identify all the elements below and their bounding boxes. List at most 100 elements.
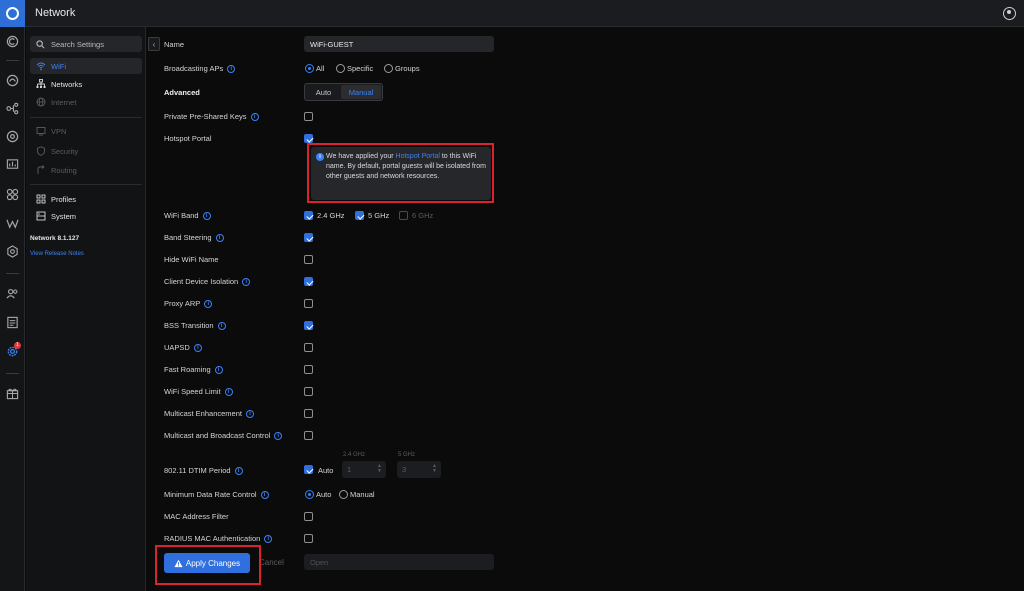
speed-limit-checkbox[interactable] (304, 387, 313, 396)
info-icon[interactable]: i (234, 466, 243, 475)
proxy-arp-checkbox[interactable] (304, 299, 313, 308)
broadcast-all-label: All (316, 64, 325, 73)
info-icon[interactable]: i (214, 365, 223, 374)
vpn-icon (36, 127, 46, 136)
band-steering-checkbox[interactable] (304, 233, 313, 242)
dtim-5-label: 5 GHz (398, 452, 416, 458)
topology-icon[interactable] (6, 102, 19, 115)
info-icon[interactable]: i (202, 211, 211, 220)
app-title: Network (35, 7, 76, 19)
dtim-auto-label: Auto (318, 466, 334, 475)
settings-gear-icon[interactable] (6, 345, 19, 358)
radius-mac-checkbox[interactable] (304, 534, 313, 543)
statistics-icon[interactable] (6, 158, 19, 171)
multicast-enhancement-checkbox[interactable] (304, 409, 313, 418)
clients-icon[interactable] (6, 130, 19, 143)
fast-roaming-checkbox[interactable] (304, 365, 313, 374)
uapsd-checkbox[interactable] (304, 343, 313, 352)
collapse-sidebar-button[interactable]: ‹ (148, 37, 160, 51)
top-bar: Network (0, 0, 1024, 27)
dtim-24-label: 2.4 GHz (343, 452, 366, 458)
broadcast-all-radio[interactable] (305, 64, 314, 73)
networks-icon (36, 79, 46, 88)
app-logo-icon[interactable] (0, 0, 25, 27)
highlight-box (155, 545, 261, 585)
broadcast-specific-label: Specific (347, 64, 374, 73)
band-5-checkbox[interactable] (355, 211, 364, 220)
insights-icon[interactable] (6, 217, 19, 230)
broadcast-specific-radio[interactable] (336, 64, 345, 73)
sidebar-item-internet[interactable]: Internet (30, 94, 142, 110)
client-isolation-checkbox[interactable] (304, 277, 313, 286)
wifi-icon (36, 62, 46, 71)
chevron-left-icon: ‹ (152, 39, 156, 49)
advanced-auto-option[interactable]: Auto (307, 85, 340, 99)
dashboard-icon[interactable] (6, 35, 19, 48)
devices-icon[interactable] (6, 74, 19, 87)
sidebar-item-system[interactable]: System (30, 208, 142, 224)
radius-mac-label: RADIUS MAC Authentication i (164, 534, 273, 543)
radius-select[interactable]: Open (304, 554, 494, 570)
advanced-manual-option[interactable]: Manual (341, 85, 381, 99)
info-icon[interactable]: i (250, 112, 259, 121)
min-data-rate-label: Minimum Data Rate Control i (164, 490, 269, 499)
info-icon[interactable]: i (274, 431, 283, 440)
wifi-band-label: WiFi Band i (164, 211, 211, 220)
search-settings-input[interactable]: Search Settings (30, 36, 142, 52)
dtim-period-label: 802.11 DTIM Period i (164, 466, 243, 475)
info-icon[interactable]: i (215, 233, 224, 242)
info-icon[interactable]: i (227, 64, 236, 73)
cancel-button[interactable]: Cancel (259, 558, 284, 567)
wifi-name-input[interactable]: WiFi-GUEST (304, 36, 494, 52)
user-account-icon[interactable] (1003, 7, 1016, 20)
multicast-broadcast-checkbox[interactable] (304, 431, 313, 440)
advanced-label: Advanced (164, 88, 200, 97)
dtim-auto-checkbox[interactable] (304, 465, 313, 474)
bss-transition-checkbox[interactable] (304, 321, 313, 330)
whats-new-icon[interactable] (6, 387, 19, 400)
sidebar-item-wifi[interactable]: WiFi (30, 58, 142, 74)
name-label: Name (164, 40, 185, 49)
broadcast-groups-radio[interactable] (384, 64, 393, 73)
min-rate-manual-radio[interactable] (339, 490, 348, 499)
mac-filter-label: MAC Address Filter (164, 512, 229, 521)
admins-icon[interactable] (6, 287, 19, 300)
band-6-label: 6 GHz (412, 211, 434, 220)
dtim-24-stepper[interactable]: 1 ▲ ▼ (342, 461, 386, 478)
info-icon[interactable]: i (217, 321, 226, 330)
apps-icon[interactable] (6, 188, 19, 201)
band-6-checkbox[interactable] (399, 211, 408, 220)
shield-icon (37, 146, 45, 156)
highlight-box (307, 143, 494, 203)
hotspot-portal-label: Hotspot Portal (164, 134, 212, 143)
info-icon[interactable]: i (245, 409, 254, 418)
info-icon[interactable]: i (193, 343, 202, 352)
dtim-5-stepper[interactable]: 3 ▲ ▼ (397, 461, 441, 478)
sidebar-item-vpn[interactable]: VPN (30, 123, 142, 139)
hide-wifi-name-checkbox[interactable] (304, 255, 313, 264)
info-icon[interactable]: i (242, 277, 251, 286)
sidebar-item-networks[interactable]: Networks (30, 76, 142, 92)
ppsk-checkbox[interactable] (304, 112, 313, 121)
sidebar-item-routing[interactable]: Routing (30, 162, 142, 178)
min-rate-auto-radio[interactable] (305, 490, 314, 499)
mac-filter-checkbox[interactable] (304, 512, 313, 521)
hotspot-portal-checkbox[interactable] (304, 134, 313, 143)
info-icon[interactable]: i (264, 534, 273, 543)
info-icon[interactable]: i (204, 299, 213, 308)
system-icon (36, 211, 46, 221)
alarm-manager-icon[interactable] (6, 316, 19, 329)
multicast-broadcast-label: Multicast and Broadcast Control i (164, 431, 283, 440)
band-24-checkbox[interactable] (304, 211, 313, 220)
app-version: Network 8.1.127 (30, 235, 80, 242)
settings-sidebar: Search Settings WiFi Networks Internet V… (26, 27, 146, 591)
uapsd-label: UAPSD i (164, 343, 202, 352)
info-icon[interactable]: i (260, 490, 269, 499)
sidebar-item-profiles[interactable]: Profiles (30, 191, 142, 207)
info-icon[interactable]: i (224, 387, 233, 396)
client-isolation-label: Client Device Isolation i (164, 277, 251, 286)
stepper-arrows-icon: ▲ ▼ (432, 463, 437, 474)
sidebar-item-security[interactable]: Security (30, 143, 142, 159)
integrations-icon[interactable] (6, 245, 19, 258)
release-notes-link[interactable]: View Release Notes (30, 251, 84, 257)
